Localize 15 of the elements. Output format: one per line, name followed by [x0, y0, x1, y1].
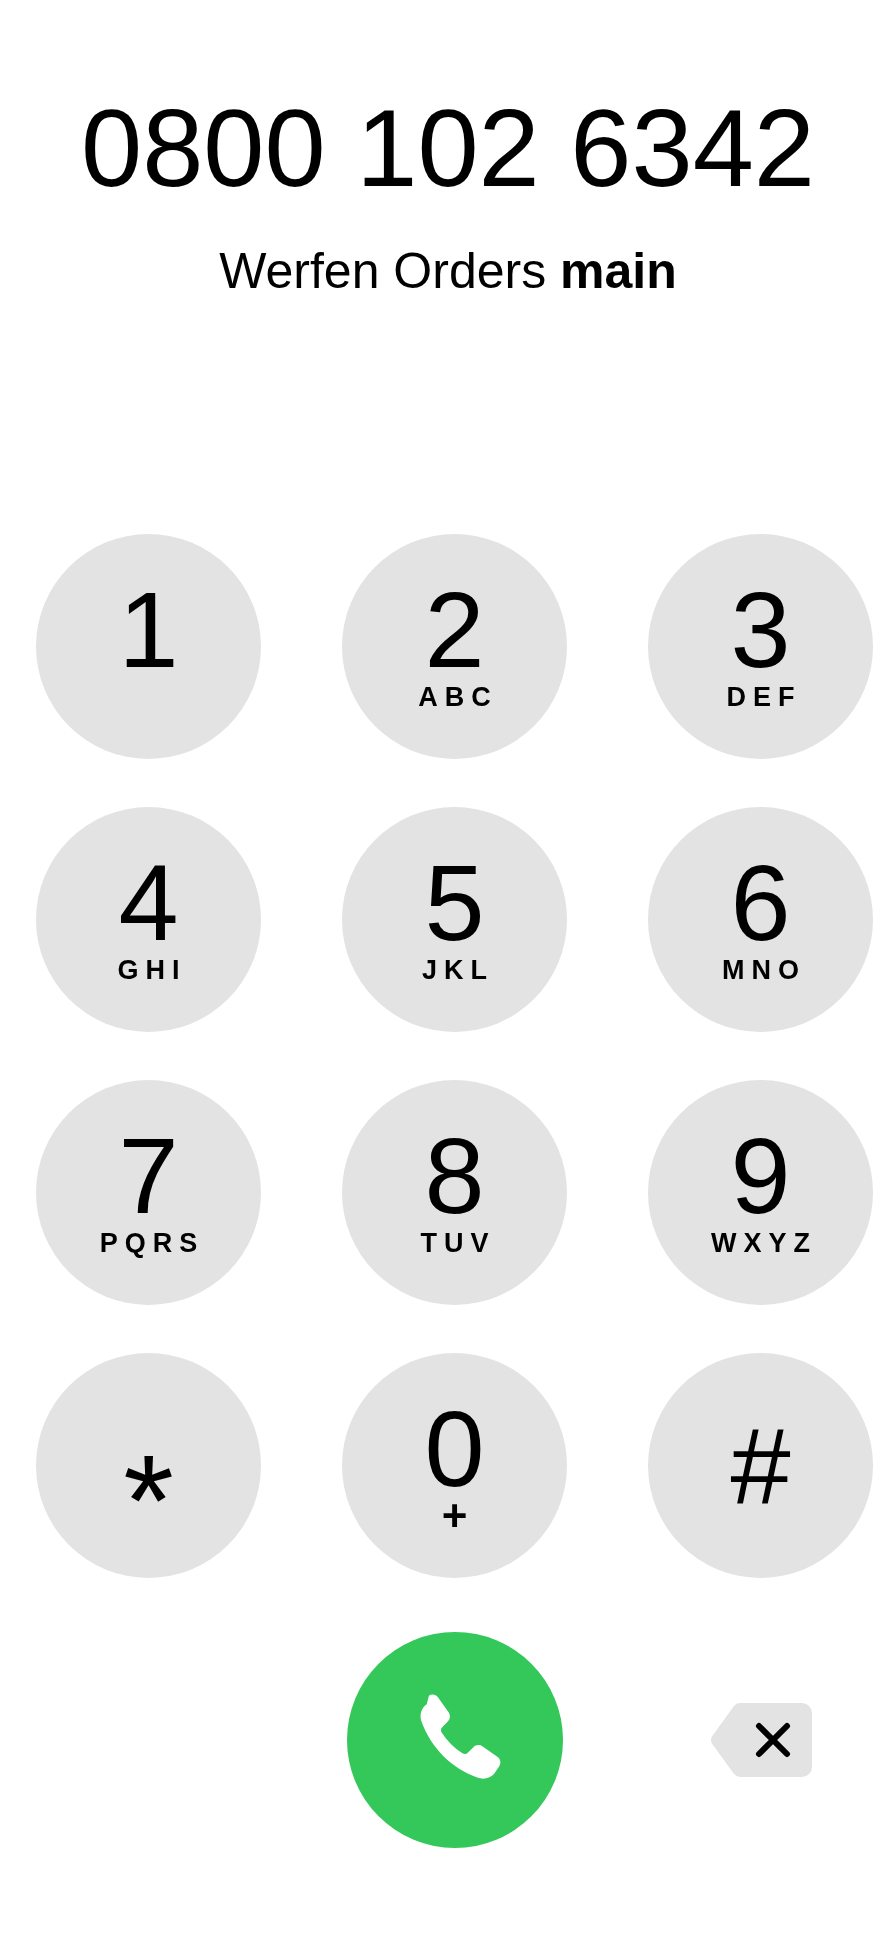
keypad-key[interactable]: 5 JKL: [342, 807, 567, 1032]
keypad-key[interactable]: 2 ABC: [342, 534, 567, 759]
keypad-key[interactable]: 7 PQRS: [36, 1080, 261, 1305]
keypad-key[interactable]: #: [648, 1353, 873, 1578]
dialed-number: 0800 102 6342: [80, 93, 816, 203]
keypad-key[interactable]: 1: [36, 534, 261, 759]
contact-name: Werfen Orders main: [219, 242, 677, 301]
delete-button[interactable]: [709, 1703, 812, 1777]
keypad-key[interactable]: 6 MNO: [648, 807, 873, 1032]
keypad-key[interactable]: 8 TUV: [342, 1080, 567, 1305]
keypad-key[interactable]: *: [36, 1353, 261, 1578]
keypad-key[interactable]: 3 DEF: [648, 534, 873, 759]
keypad-key[interactable]: 9 WXYZ: [648, 1080, 873, 1305]
keypad-key[interactable]: 0 +: [342, 1353, 567, 1578]
keypad-key[interactable]: 4 GHI: [36, 807, 261, 1032]
